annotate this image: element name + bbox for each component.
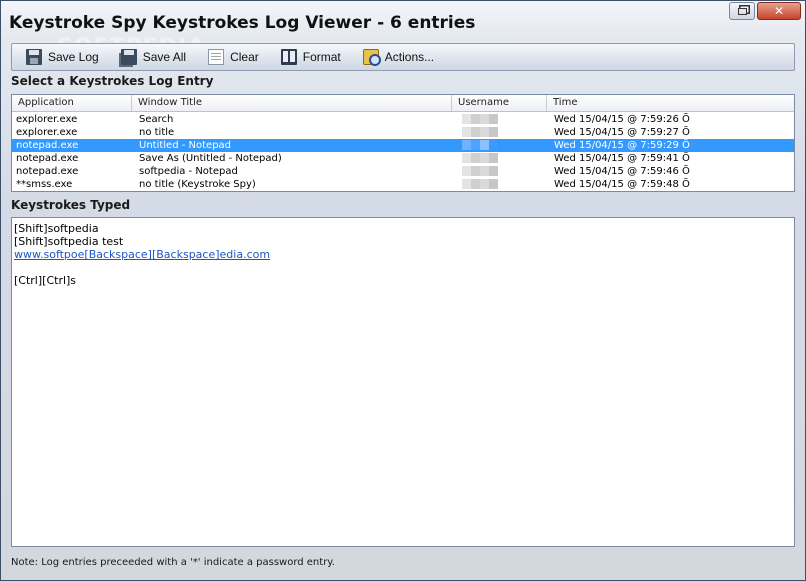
- save-all-label: Save All: [142, 50, 187, 64]
- keystroke-line: [14, 261, 792, 274]
- redacted-username: [462, 166, 498, 176]
- window-controls: ✕: [729, 2, 801, 20]
- cell-window-title: Untitled - Notepad: [139, 140, 232, 151]
- cell-time: Wed 15/04/15 @ 7:59:46 Õ: [554, 166, 690, 177]
- toolbar: Save Log Save All Clear Format Actions..…: [11, 43, 795, 71]
- floppy-disk-icon: [26, 49, 42, 65]
- cell-application: notepad.exe: [16, 140, 79, 151]
- cell-username: [458, 178, 548, 191]
- log-section-label: Select a Keystrokes Log Entry: [11, 74, 214, 88]
- cell-time: Wed 15/04/15 @ 7:59:41 Õ: [554, 153, 690, 164]
- book-icon: [280, 49, 297, 65]
- table-row[interactable]: **smss.exe no title (Keystroke Spy) Wed 15…: [12, 178, 794, 191]
- keystrokes-text-area[interactable]: [Shift]softpedia [Shift]softpedia test www…: [11, 217, 795, 547]
- cell-window-title: Search: [139, 114, 174, 125]
- keystrokes-section-label: Keystrokes Typed: [11, 198, 131, 212]
- cell-time: Wed 15/04/15 @ 7:59:29 Õ: [554, 140, 690, 151]
- keystroke-line: [Shift]softpedia: [14, 222, 99, 235]
- restore-button[interactable]: [729, 2, 755, 20]
- log-entry-list[interactable]: Application Window Title Username Time e…: [11, 94, 795, 192]
- cell-window-title: no title (Keystroke Spy): [139, 179, 256, 190]
- redacted-username: [462, 140, 498, 150]
- column-header-window-title[interactable]: Window Title: [132, 95, 452, 111]
- cell-application: explorer.exe: [16, 127, 78, 138]
- clear-button[interactable]: Clear: [208, 45, 259, 69]
- table-row[interactable]: notepad.exe Untitled - Notepad Wed 15/04/1…: [12, 139, 794, 152]
- clear-label: Clear: [230, 50, 259, 64]
- cell-username: [458, 152, 548, 165]
- cell-application: notepad.exe: [16, 166, 79, 177]
- redacted-username: [462, 127, 498, 137]
- keystroke-line: [Shift]softpedia test: [14, 235, 124, 248]
- cell-time: Wed 15/04/15 @ 7:59:27 Õ: [554, 127, 690, 138]
- column-header-time[interactable]: Time: [547, 95, 794, 111]
- title-bar: Keystroke Spy Keystrokes Log Viewer - 6 …: [1, 1, 805, 41]
- redacted-username: [462, 153, 498, 163]
- keystroke-line: www.softpoe[Backspace][Backspace]edia.co…: [14, 248, 792, 261]
- table-row[interactable]: notepad.exe Save As (Untitled - Notepad) W…: [12, 152, 794, 165]
- format-button[interactable]: Format: [280, 45, 341, 69]
- save-log-label: Save Log: [48, 50, 99, 64]
- list-header: Application Window Title Username Time: [12, 95, 794, 112]
- column-header-application[interactable]: Application: [12, 95, 132, 111]
- cell-username: [458, 113, 548, 126]
- table-row[interactable]: explorer.exe Search Wed 15/04/15 @ 7:59:26…: [12, 113, 794, 126]
- cell-window-title: Save As (Untitled - Notepad): [139, 153, 282, 164]
- clear-document-icon: [208, 49, 225, 65]
- column-header-username[interactable]: Username: [452, 95, 547, 111]
- keystroke-line: [Ctrl][Ctrl]s: [14, 274, 77, 287]
- table-row[interactable]: explorer.exe no title Wed 15/04/15 @ 7:59:…: [12, 126, 794, 139]
- actions-label: Actions...: [384, 50, 435, 64]
- magnifier-icon: [362, 49, 381, 66]
- cell-time: Wed 15/04/15 @ 7:59:48 Õ: [554, 179, 690, 190]
- redacted-username: [462, 179, 498, 189]
- keystroke-link[interactable]: www.softpoe[Backspace][Backspace]edia.co…: [14, 248, 270, 261]
- cell-username: [458, 139, 548, 152]
- close-icon: ✕: [773, 4, 785, 18]
- footer-note: Note: Log entries preceeded with a '*' i…: [11, 557, 335, 568]
- save-log-button[interactable]: Save Log: [26, 45, 99, 69]
- table-row[interactable]: notepad.exe softpedia - Notepad Wed 15/04/…: [12, 165, 794, 178]
- format-label: Format: [302, 50, 341, 64]
- restore-icon: [737, 7, 747, 15]
- save-all-button[interactable]: Save All: [120, 45, 187, 69]
- window-title: Keystroke Spy Keystrokes Log Viewer - 6 …: [9, 13, 476, 33]
- close-button[interactable]: ✕: [757, 2, 801, 20]
- cell-time: Wed 15/04/15 @ 7:59:26 Õ: [554, 114, 690, 125]
- multiple-disks-icon: [120, 49, 137, 65]
- cell-application: notepad.exe: [16, 153, 79, 164]
- actions-button[interactable]: Actions...: [362, 45, 435, 69]
- redacted-username: [462, 114, 498, 124]
- cell-window-title: softpedia - Notepad: [139, 166, 238, 177]
- main-window: Keystroke Spy Keystrokes Log Viewer - 6 …: [0, 0, 806, 581]
- cell-username: [458, 165, 548, 178]
- cell-application: explorer.exe: [16, 114, 78, 125]
- cell-application: **smss.exe: [16, 179, 73, 190]
- cell-window-title: no title: [139, 127, 175, 138]
- cell-username: [458, 126, 548, 139]
